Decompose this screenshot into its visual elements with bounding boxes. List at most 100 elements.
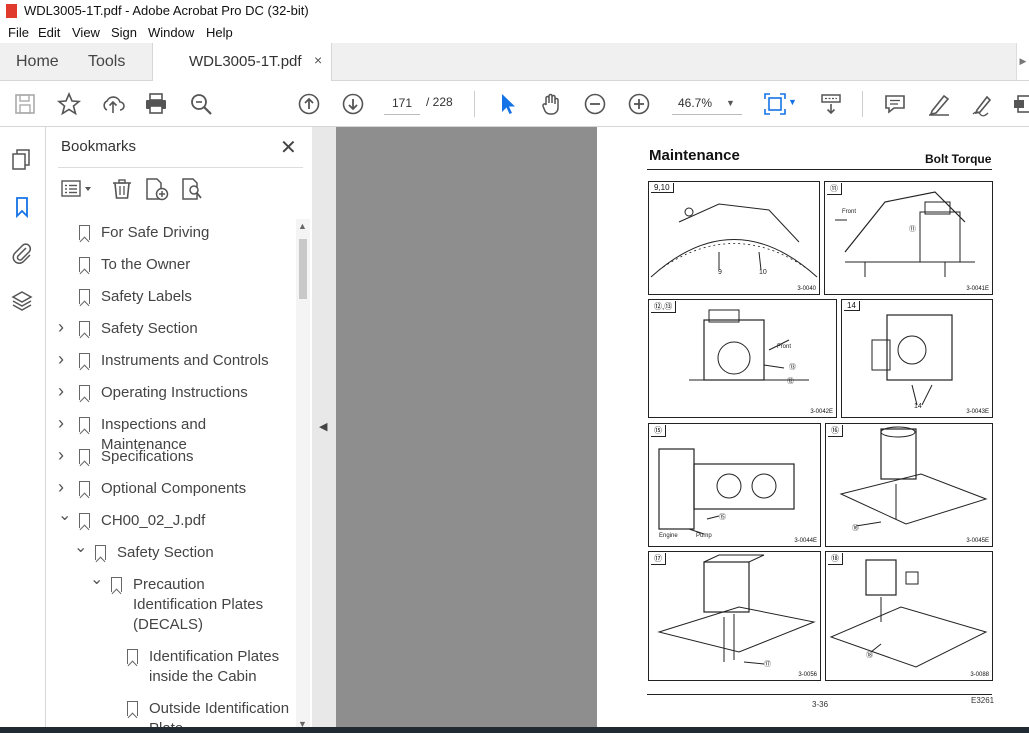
highlight-pen-icon[interactable]: [926, 91, 952, 117]
bookmarks-panel: Bookmarks ✕ For Safe Driving To the Owner…: [46, 127, 312, 733]
options-menu-icon[interactable]: [60, 177, 96, 201]
chevron-down-icon[interactable]: ⌄: [58, 506, 72, 526]
bookmark-item[interactable]: ⌄ Safety Section: [46, 539, 296, 563]
scroll-up-icon[interactable]: ▲: [298, 221, 307, 231]
chevron-down-icon[interactable]: ⌄: [90, 570, 104, 590]
scroll-mode-icon[interactable]: [818, 91, 844, 117]
sign-pen-icon[interactable]: [970, 91, 996, 117]
bookmark-item[interactable]: For Safe Driving: [46, 223, 296, 243]
bookmark-icon: [79, 289, 90, 304]
chevron-right-icon[interactable]: ›: [58, 349, 72, 369]
document-viewer[interactable]: Maintenance Bolt Torque 9,10 9 10 3-0040: [336, 127, 1029, 733]
tab-scroll-icon[interactable]: ▶: [1016, 43, 1029, 80]
zoom-in-icon[interactable]: [626, 91, 652, 117]
hand-tool-icon[interactable]: [538, 91, 564, 117]
zoom-level-select[interactable]: 46.7% ▼: [672, 92, 742, 115]
fit-page-icon[interactable]: [762, 91, 788, 117]
figure-code: 3-0040: [797, 286, 816, 292]
zoom-out-icon[interactable]: [582, 91, 608, 117]
chevron-right-icon[interactable]: ›: [58, 381, 72, 401]
comment-icon[interactable]: [882, 91, 908, 117]
layers-icon[interactable]: [10, 289, 34, 313]
close-tab-icon[interactable]: ×: [314, 52, 322, 68]
figure-panel: ⑪ Front ⑪ 3-0041E: [824, 181, 993, 295]
select-cursor-icon[interactable]: [494, 91, 520, 117]
bookmark-item[interactable]: To the Owner: [46, 255, 296, 275]
chevron-right-icon[interactable]: ›: [58, 413, 72, 433]
share-more-icon[interactable]: [1012, 91, 1029, 117]
chevron-down-icon[interactable]: ⌄: [74, 538, 88, 558]
bookmarks-panel-icon[interactable]: [10, 195, 34, 219]
upload-share-icon[interactable]: [100, 91, 126, 117]
new-bookmark-icon[interactable]: [144, 177, 170, 201]
page-thumbnails-icon[interactable]: [10, 147, 34, 171]
bookmark-item[interactable]: › Optional Components: [46, 477, 296, 499]
figure-callout: ⑫: [787, 378, 794, 385]
bookmark-item[interactable]: › Specifications: [46, 445, 296, 467]
bookmark-icon: [79, 449, 90, 464]
chevron-right-icon[interactable]: ›: [58, 445, 72, 465]
bookmark-item[interactable]: › Inspections and Maintenance: [46, 413, 296, 453]
acrobat-pdf-icon: [6, 4, 17, 18]
figure-callout: ⑱: [866, 652, 873, 659]
chevron-right-icon[interactable]: ›: [58, 477, 72, 497]
tab-document[interactable]: WDL3005-1T.pdf ×: [152, 43, 332, 81]
bookmark-item[interactable]: › Safety Section: [46, 317, 296, 339]
menu-help[interactable]: Help: [206, 25, 233, 40]
zoom-search-icon[interactable]: [188, 91, 214, 117]
bookmarks-scrollbar[interactable]: ▲ ▼: [296, 219, 310, 733]
bookmark-item[interactable]: › Operating Instructions: [46, 381, 296, 403]
star-bookmark-icon[interactable]: [56, 91, 82, 117]
bookmark-label: Safety Section: [101, 320, 198, 337]
save-icon[interactable]: [12, 91, 38, 117]
document-tab-label: WDL3005-1T.pdf: [189, 53, 302, 70]
bookmark-item[interactable]: › Instruments and Controls: [46, 349, 296, 371]
figure-code: 3-0056: [798, 672, 817, 678]
menu-window[interactable]: Window: [148, 25, 194, 40]
figure-label: ⑪: [827, 183, 842, 195]
bookmark-label: Operating Instructions: [101, 384, 248, 401]
figure-callout: Pump: [696, 533, 712, 539]
bookmark-icon: [111, 577, 122, 592]
tab-tools[interactable]: Tools: [88, 53, 125, 71]
bookmark-icon: [127, 701, 138, 716]
close-panel-icon[interactable]: ✕: [280, 135, 297, 160]
tab-home[interactable]: Home: [16, 53, 59, 71]
bookmark-label: Safety Labels: [101, 288, 192, 305]
chevron-right-icon[interactable]: ›: [58, 317, 72, 337]
collapse-panel-icon[interactable]: ◀: [319, 420, 327, 433]
figure-panel: ⑮ Engine Pump ⑮ 3-0044E: [648, 423, 821, 547]
next-page-icon[interactable]: [340, 91, 366, 117]
page-number-input[interactable]: 171: [384, 92, 420, 115]
menu-edit[interactable]: Edit: [38, 25, 60, 40]
bookmark-label: Safety Section: [117, 544, 214, 561]
bookmark-item[interactable]: Safety Labels: [46, 287, 296, 307]
bookmark-list: For Safe Driving To the Owner Safety Label…: [46, 219, 296, 733]
panel-splitter[interactable]: ◀: [312, 127, 336, 733]
bookmark-icon: [79, 321, 90, 336]
figure-callout: 10: [759, 269, 767, 276]
figure-callout: Front: [777, 344, 792, 350]
menu-bar: File Edit View Sign Window Help: [0, 22, 1029, 43]
menu-file[interactable]: File: [8, 25, 29, 40]
bookmark-item[interactable]: ⌄ Precaution Identification Plates (DECAL…: [46, 571, 296, 635]
bookmark-item[interactable]: Identification Plates inside the Cabin: [46, 647, 296, 687]
menu-sign[interactable]: Sign: [111, 25, 137, 40]
menu-view[interactable]: View: [72, 25, 100, 40]
delete-bookmark-icon[interactable]: [110, 177, 134, 201]
zoom-level-value: 46.7%: [678, 96, 713, 110]
bookmark-search-icon[interactable]: [180, 177, 206, 201]
taskbar-strip: [0, 727, 1029, 733]
print-icon[interactable]: [143, 91, 169, 117]
toolbar-divider: [862, 91, 863, 117]
bookmark-icon: [95, 545, 106, 560]
bookmark-item[interactable]: ⌄ CH00_02_J.pdf: [46, 507, 296, 531]
attachments-paperclip-icon[interactable]: [10, 241, 34, 265]
bookmark-icon: [79, 417, 90, 432]
figure-callout: ⑬: [789, 364, 796, 371]
fit-page-chevron-icon[interactable]: ▼: [788, 97, 797, 107]
scroll-thumb[interactable]: [299, 239, 307, 299]
bookmark-label: To the Owner: [101, 256, 191, 273]
bookmark-icon: [79, 385, 90, 400]
previous-page-icon[interactable]: [296, 91, 322, 117]
